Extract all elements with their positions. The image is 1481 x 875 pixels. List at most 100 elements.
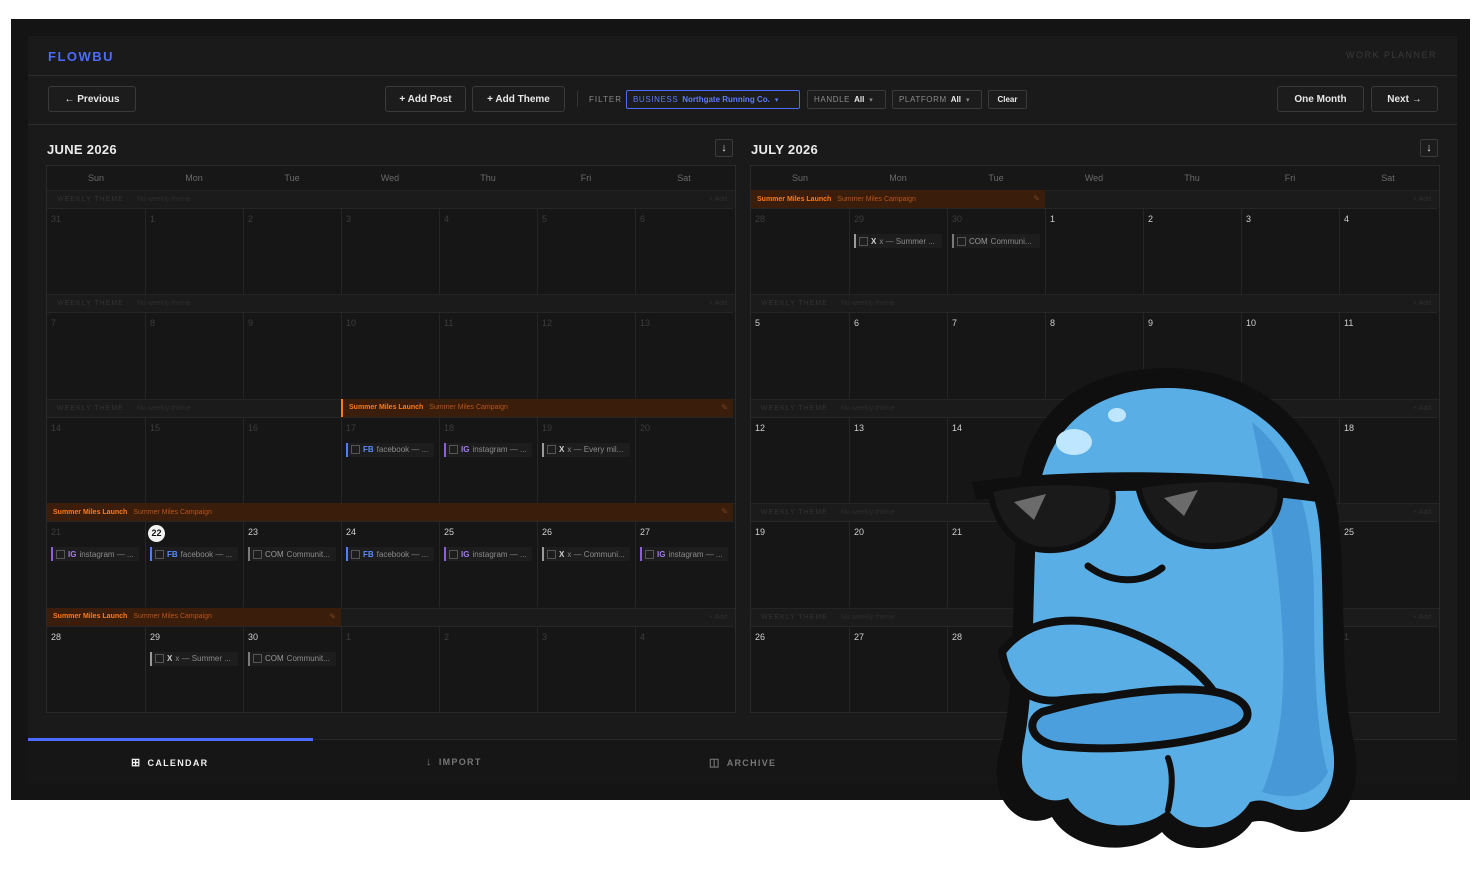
campaign-bar[interactable]: Summer Miles Launch Summer Miles Campaign… xyxy=(47,607,341,626)
tab-import[interactable]: ↓ IMPORT xyxy=(426,756,482,768)
day-cell[interactable]: 29 Xx — Summer ... xyxy=(849,208,947,294)
day-cell[interactable]: 6 xyxy=(635,208,733,294)
post-checkbox[interactable] xyxy=(253,654,262,664)
day-cell[interactable]: 20 xyxy=(635,416,733,503)
next-button[interactable]: Next → xyxy=(1371,86,1438,112)
day-cell[interactable]: 5 xyxy=(537,208,635,294)
day-cell[interactable]: 15 xyxy=(145,416,243,503)
post-chip[interactable]: Xx — Summer ... xyxy=(854,234,942,248)
day-cell[interactable]: 2 xyxy=(1143,208,1241,294)
add-theme-link[interactable]: + Add xyxy=(709,300,727,307)
day-cell[interactable]: 2 xyxy=(439,625,537,712)
post-checkbox[interactable] xyxy=(547,549,556,559)
post-chip[interactable]: Xx — Summer ... xyxy=(150,651,238,666)
day-cell[interactable]: 27 xyxy=(849,625,947,712)
app-logo[interactable]: FLOWBU xyxy=(48,49,114,64)
day-cell[interactable]: 25 IG instagram — ... xyxy=(439,521,537,608)
post-checkbox[interactable] xyxy=(155,549,164,559)
day-cell[interactable]: 1 xyxy=(341,625,439,712)
day-cell[interactable]: 14 xyxy=(47,416,145,503)
day-cell[interactable]: 4 xyxy=(1339,208,1437,294)
post-chip[interactable]: IG instagram — ... xyxy=(640,547,728,562)
post-checkbox[interactable] xyxy=(449,549,458,559)
day-cell[interactable]: 3 xyxy=(537,625,635,712)
post-checkbox[interactable] xyxy=(351,445,360,455)
day-cell[interactable]: 20 xyxy=(849,521,947,608)
day-cell[interactable]: 24 FB facebook — ... xyxy=(341,521,439,608)
tab-archive[interactable]: ◫ ARCHIVE xyxy=(709,756,776,769)
day-cell[interactable]: 1 xyxy=(1045,208,1143,294)
day-cell[interactable]: 22 FB facebook — ... xyxy=(145,521,243,608)
handle-filter[interactable]: HANDLE All ▾ xyxy=(807,90,886,109)
day-cell[interactable]: 3 xyxy=(1241,208,1339,294)
day-cell[interactable]: 23 COM Communit... xyxy=(243,521,341,608)
add-theme-link[interactable]: + Add xyxy=(709,614,727,621)
day-cell[interactable]: 28 xyxy=(751,208,849,294)
day-cell[interactable]: 19 xyxy=(751,521,849,608)
tab-calendar[interactable]: ⊞ CALENDAR xyxy=(131,756,208,769)
day-cell[interactable]: 27 IG instagram — ... xyxy=(635,521,733,608)
post-chip[interactable]: FB facebook — ... xyxy=(346,442,434,457)
day-cell[interactable]: 3 xyxy=(341,208,439,294)
download-icon[interactable]: ↓ xyxy=(715,139,733,157)
weekly-theme-bar[interactable]: WEEKLY THEME No weekly theme + Add xyxy=(47,294,735,313)
post-checkbox[interactable] xyxy=(155,654,164,664)
day-cell[interactable]: 11 xyxy=(439,312,537,399)
day-cell[interactable]: 10 xyxy=(341,312,439,399)
download-icon[interactable]: ↓ xyxy=(1420,139,1438,157)
day-cell[interactable]: 13 xyxy=(849,416,947,503)
post-chip[interactable]: COM Communit... xyxy=(248,547,336,562)
post-chip[interactable]: FB facebook — ... xyxy=(150,547,238,562)
post-chip[interactable]: Xx — Every mil... xyxy=(542,442,630,457)
day-cell[interactable]: 8 xyxy=(145,312,243,399)
one-month-button[interactable]: One Month xyxy=(1277,86,1364,112)
day-cell[interactable]: 30 COM Communi... xyxy=(947,208,1045,294)
day-cell[interactable]: 28 xyxy=(47,625,145,712)
edit-icon[interactable]: ✎ xyxy=(721,403,728,412)
clear-filters-button[interactable]: Clear xyxy=(988,90,1027,109)
day-cell[interactable]: 6 xyxy=(849,312,947,399)
add-theme-link[interactable]: + Add xyxy=(1413,196,1431,203)
campaign-bar[interactable]: Summer Miles Launch Summer Miles Campaign… xyxy=(341,398,733,417)
edit-icon[interactable]: ✎ xyxy=(1033,194,1040,203)
post-checkbox[interactable] xyxy=(253,549,262,559)
post-checkbox[interactable] xyxy=(645,549,654,559)
day-cell[interactable]: 7 xyxy=(47,312,145,399)
post-checkbox[interactable] xyxy=(351,549,360,559)
post-checkbox[interactable] xyxy=(547,445,556,455)
post-chip[interactable]: COM Communit... xyxy=(248,651,336,666)
day-cell[interactable]: 9 xyxy=(243,312,341,399)
day-cell[interactable]: 16 xyxy=(243,416,341,503)
add-post-button[interactable]: + Add Post xyxy=(385,86,466,112)
business-filter[interactable]: BUSINESS Northgate Running Co. ▾ xyxy=(626,90,800,109)
post-chip[interactable]: COM Communi... xyxy=(952,234,1040,248)
post-chip[interactable]: FB facebook — ... xyxy=(346,547,434,562)
platform-filter[interactable]: PLATFORM All ▾ xyxy=(892,90,982,109)
post-chip[interactable]: IG instagram — ... xyxy=(444,442,532,457)
edit-icon[interactable]: ✎ xyxy=(329,612,336,621)
post-checkbox[interactable] xyxy=(56,549,65,559)
day-cell[interactable]: 19 Xx — Every mil... xyxy=(537,416,635,503)
post-checkbox[interactable] xyxy=(859,236,868,246)
post-checkbox[interactable] xyxy=(449,445,458,455)
add-theme-link[interactable]: + Add xyxy=(1413,405,1431,412)
add-theme-link[interactable]: + Add xyxy=(1413,509,1431,516)
day-cell[interactable]: 29 Xx — Summer ... xyxy=(145,625,243,712)
day-cell[interactable]: 4 xyxy=(439,208,537,294)
weekly-theme-bar[interactable]: WEEKLY THEME No weekly theme + Add xyxy=(751,294,1439,313)
add-theme-link[interactable]: + Add xyxy=(709,196,727,203)
day-cell[interactable]: 31 xyxy=(47,208,145,294)
day-cell[interactable]: 13 xyxy=(635,312,733,399)
day-cell[interactable]: 5 xyxy=(751,312,849,399)
campaign-bar[interactable]: Summer Miles Launch Summer Miles Campaign… xyxy=(47,503,733,522)
day-cell[interactable]: 4 xyxy=(635,625,733,712)
day-cell[interactable]: 30 COM Communit... xyxy=(243,625,341,712)
previous-button[interactable]: ← Previous xyxy=(48,86,136,112)
add-theme-link[interactable]: + Add xyxy=(1413,614,1431,621)
day-cell[interactable]: 17 FB facebook — ... xyxy=(341,416,439,503)
day-cell[interactable]: 18 IG instagram — ... xyxy=(439,416,537,503)
post-chip[interactable]: IG instagram — ... xyxy=(444,547,532,562)
day-cell[interactable]: 21 IG instagram — ... xyxy=(47,521,145,608)
day-cell[interactable]: 26 Xx — Communi... xyxy=(537,521,635,608)
weekly-theme-bar[interactable]: WEEKLY THEME No weekly theme + Add xyxy=(47,190,735,208)
